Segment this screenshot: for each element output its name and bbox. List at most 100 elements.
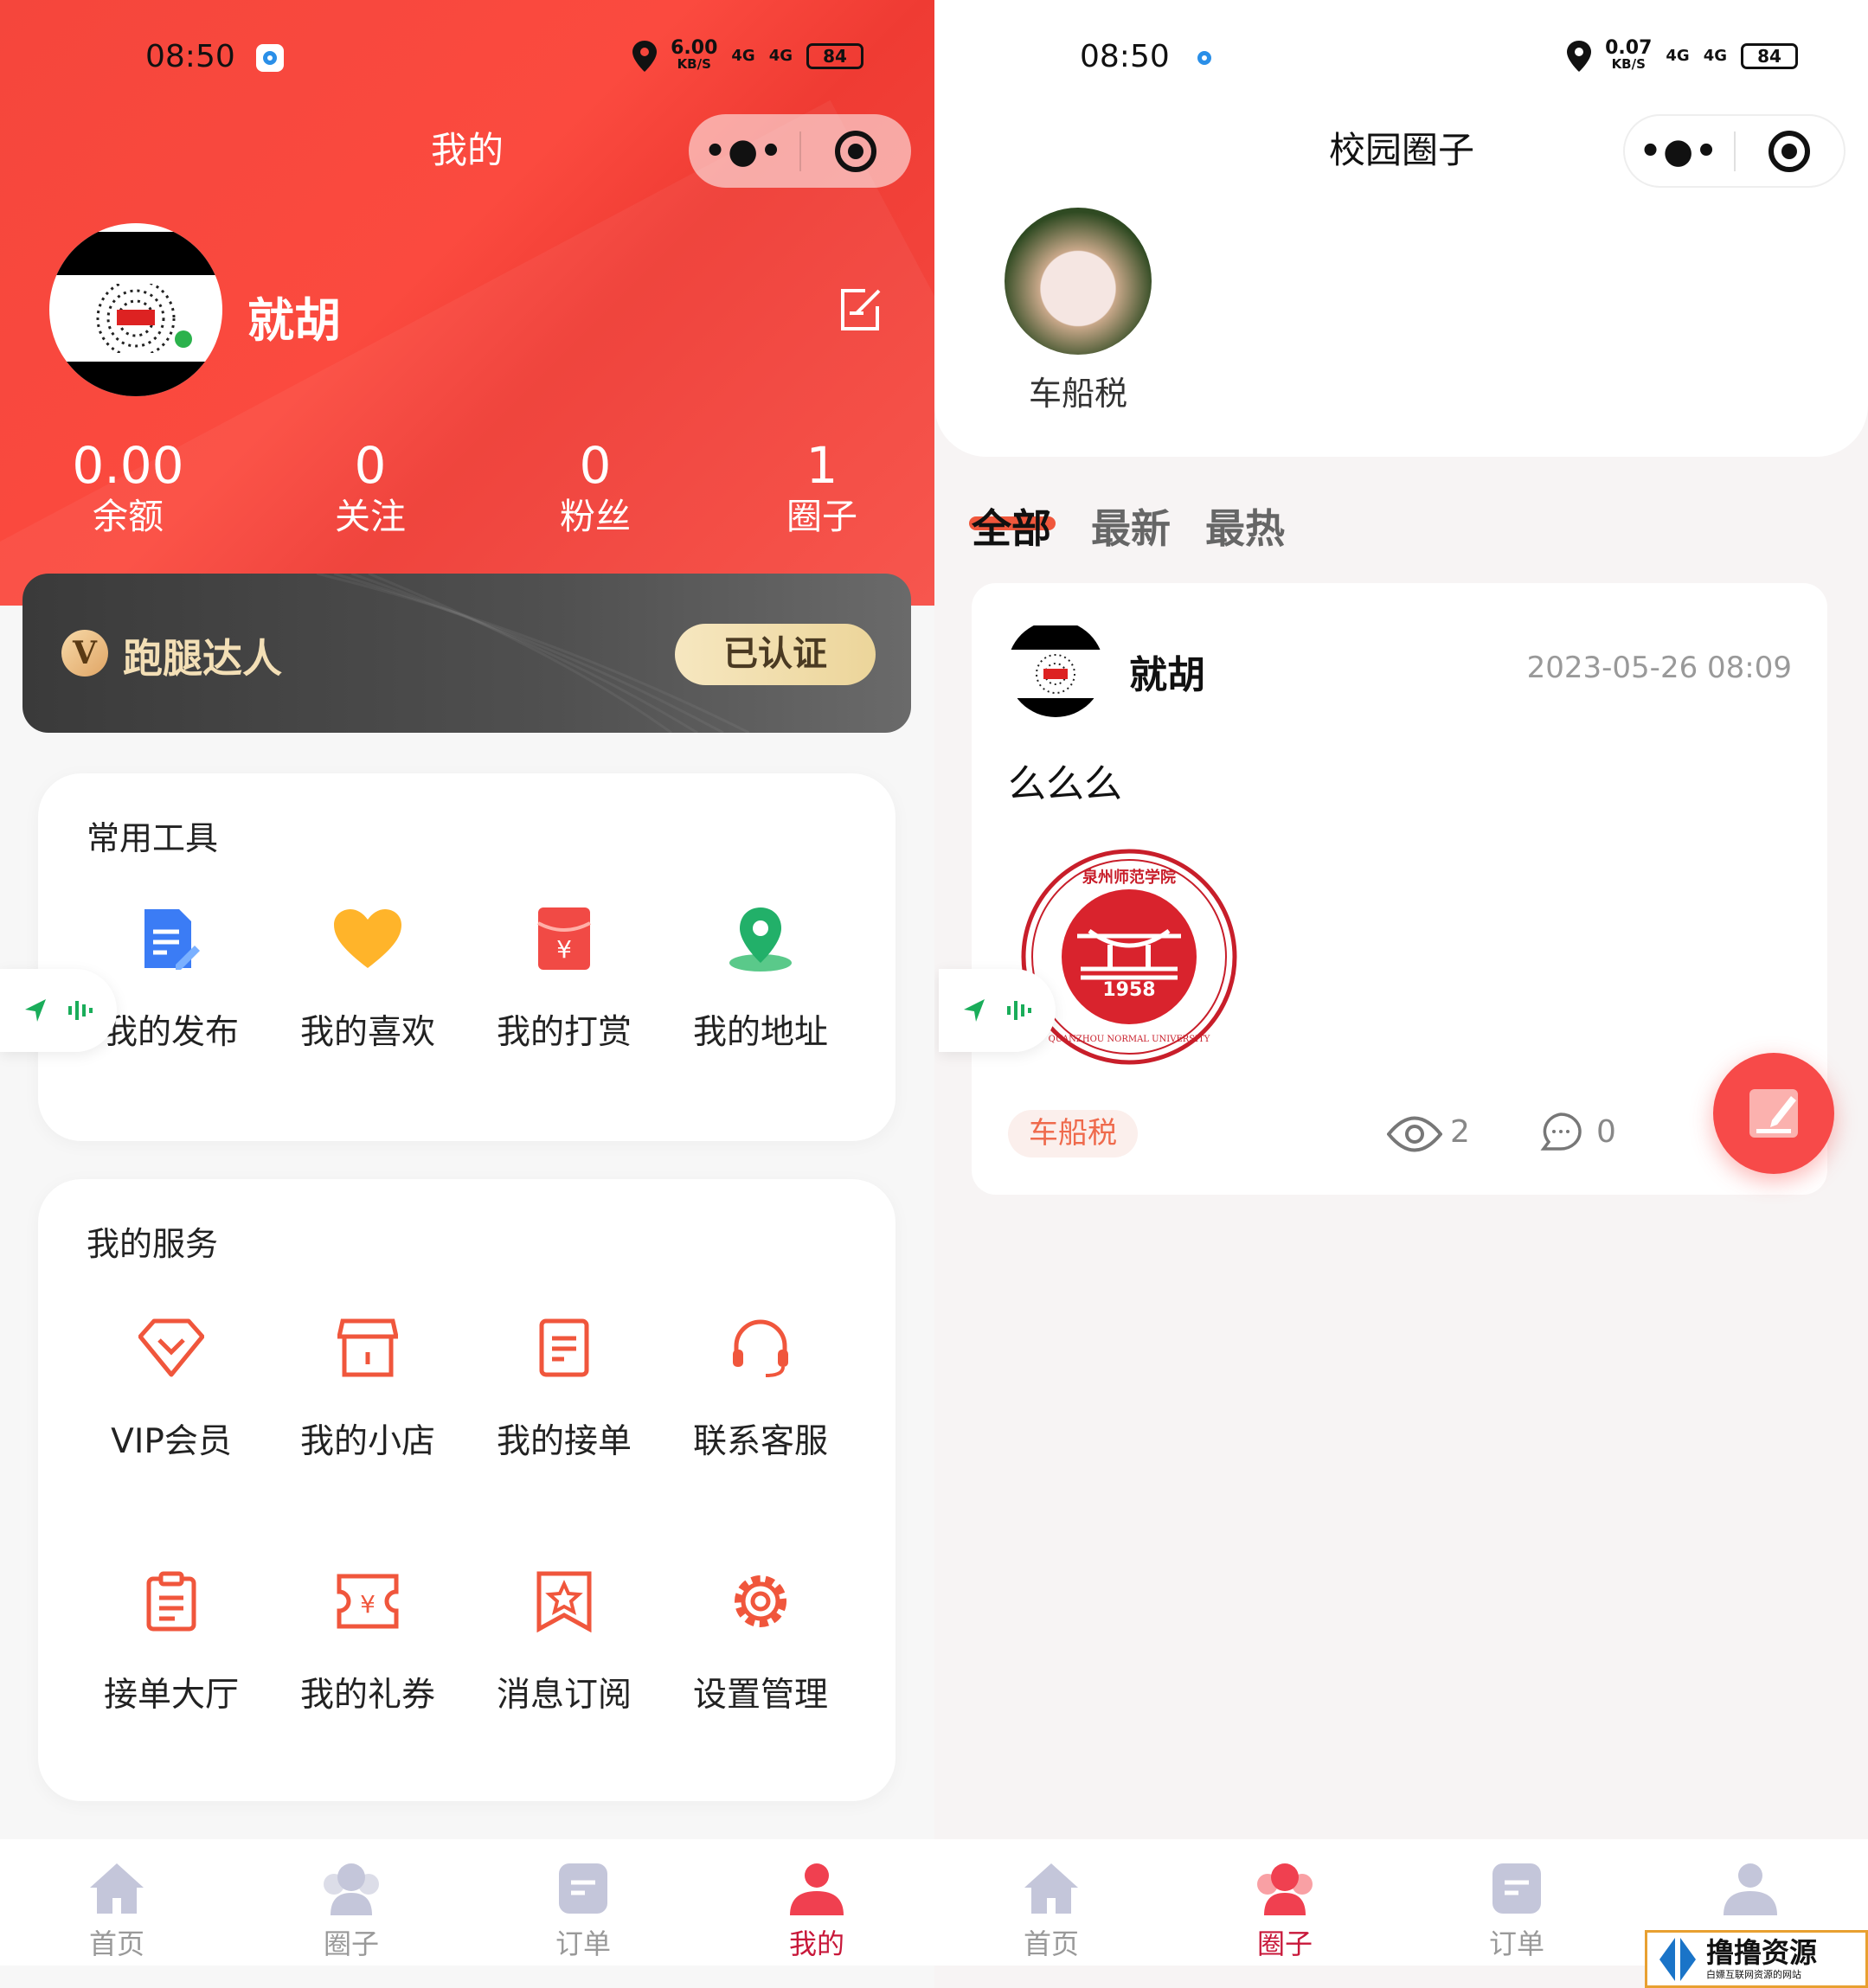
tool-my-likes[interactable]: 我的喜欢 <box>273 900 463 1054</box>
vip-title: 跑腿达人 <box>123 635 282 682</box>
navigation-arrow-icon <box>24 999 46 1022</box>
more-button[interactable]: •●• <box>689 114 799 188</box>
circle-name: 车船税 <box>1028 375 1127 413</box>
target-icon <box>1769 130 1811 172</box>
post-image[interactable]: 1958 QUANZHOU NORMAL UNIVERSITY 泉州师范学院 <box>1020 848 1238 1066</box>
diamond-icon <box>138 1318 204 1377</box>
edit-profile-icon[interactable] <box>839 287 884 332</box>
status-bar: 08:50 6.00 KB/S 4G 4G 84 <box>0 39 934 80</box>
user-name: 就胡 <box>247 293 341 348</box>
home-icon <box>1024 1863 1078 1914</box>
document-edit-icon <box>144 909 200 970</box>
bookmark-star-icon <box>536 1571 592 1632</box>
tab-orders[interactable]: 订单 <box>514 1862 652 1962</box>
section-title: 我的服务 <box>87 1225 219 1263</box>
view-count: 2 <box>1450 1114 1470 1150</box>
signal-icon: 4G <box>1666 47 1690 65</box>
more-button[interactable]: •●• <box>1625 116 1734 186</box>
filter-all[interactable]: 全部 <box>972 497 1051 555</box>
stat-circles[interactable]: 1 圈子 <box>727 438 917 538</box>
signal-icon: 4G <box>768 47 793 65</box>
signal-icon: 4G <box>1703 47 1727 65</box>
comment-icon[interactable] <box>1538 1111 1583 1156</box>
more-dots-icon: •●• <box>1639 131 1719 171</box>
post-author-name: 就胡 <box>1129 653 1205 697</box>
service-vip[interactable]: VIP会员 <box>76 1309 266 1463</box>
post-author-avatar[interactable] <box>1007 620 1104 717</box>
gear-icon <box>735 1575 786 1627</box>
tab-mine[interactable]: 我的 <box>748 1862 886 1962</box>
stat-following[interactable]: 0 关注 <box>275 438 465 538</box>
close-miniprogram-button[interactable] <box>801 114 912 188</box>
bottom-tab-bar: 首页 圈子 订单 我的 <box>0 1839 934 1966</box>
compose-icon <box>1749 1089 1798 1138</box>
tab-circle[interactable]: 圈子 <box>282 1862 420 1962</box>
filter-latest[interactable]: 最新 <box>1091 497 1171 555</box>
tool-my-address[interactable]: 我的地址 <box>665 900 856 1054</box>
group-icon <box>324 1863 379 1915</box>
signal-icon: 4G <box>731 47 755 65</box>
service-my-coupons[interactable]: ¥ 我的礼券 <box>273 1562 463 1716</box>
tab-circle[interactable]: 圈子 <box>1216 1862 1354 1962</box>
floating-assistant[interactable] <box>939 969 1056 1052</box>
service-contact-support[interactable]: 联系客服 <box>665 1309 856 1463</box>
headset-icon <box>733 1319 788 1377</box>
tab-home[interactable]: 首页 <box>982 1862 1120 1962</box>
post-tag[interactable]: 车船税 <box>1008 1110 1138 1158</box>
logo-mark-icon <box>1659 1937 1696 1981</box>
services-card: 我的服务 VIP会员 我的小店 我的接单 联系客服 接单大厅 ¥ 我的礼券 消息订… <box>38 1179 895 1801</box>
floating-assistant[interactable] <box>0 969 117 1052</box>
location-pin-icon <box>632 41 658 72</box>
service-my-shop[interactable]: 我的小店 <box>273 1309 463 1463</box>
stat-fans[interactable]: 0 粉丝 <box>500 438 690 538</box>
avatar[interactable] <box>49 223 222 396</box>
order-icon <box>1492 1863 1541 1914</box>
order-doc-icon <box>539 1318 589 1377</box>
create-post-button[interactable] <box>1713 1053 1834 1174</box>
close-miniprogram-button[interactable] <box>1736 116 1845 186</box>
target-icon <box>835 130 877 172</box>
miniprogram-capsule: •●• <box>689 114 911 188</box>
comment-count: 0 <box>1596 1114 1616 1150</box>
red-envelope-icon: ¥ <box>537 907 591 970</box>
tool-my-tips[interactable]: ¥ 我的打赏 <box>469 900 659 1054</box>
more-dots-icon: •●• <box>703 131 784 171</box>
shop-icon <box>337 1318 398 1377</box>
section-title: 常用工具 <box>87 819 219 857</box>
vip-card: V 跑腿达人 已认证 <box>22 574 911 733</box>
voice-wave-icon <box>1006 1001 1031 1020</box>
tab-home[interactable]: 首页 <box>48 1862 186 1962</box>
status-bar: 08:50 0.07 KB/S 4G 4G 84 <box>934 39 1868 80</box>
user-icon <box>1724 1863 1777 1915</box>
post-card[interactable]: 就胡 2023-05-26 08:09 么么么 1958 QUANZHOU NO… <box>972 583 1827 1195</box>
battery-icon: 84 <box>1741 43 1798 69</box>
location-pin-icon <box>1567 41 1592 72</box>
svg-text:¥: ¥ <box>556 935 572 964</box>
eye-icon <box>1387 1116 1442 1152</box>
svg-text:¥: ¥ <box>360 1590 376 1619</box>
service-settings[interactable]: 设置管理 <box>665 1562 856 1716</box>
battery-icon: 84 <box>806 43 863 69</box>
order-icon <box>559 1863 607 1914</box>
voice-wave-icon <box>67 1001 93 1020</box>
service-message-subscription[interactable]: 消息订阅 <box>469 1562 659 1716</box>
filter-hottest[interactable]: 最热 <box>1205 497 1285 555</box>
app-notification-icon <box>256 44 284 72</box>
service-my-orders[interactable]: 我的接单 <box>469 1309 659 1463</box>
vip-badge-icon: V <box>61 630 108 677</box>
miniprogram-capsule: •●• <box>1623 114 1846 188</box>
campus-circle-page: 08:50 0.07 KB/S 4G 4G 84 校园圈子 •●• 车船税 全部 … <box>934 0 1868 1988</box>
tab-orders[interactable]: 订单 <box>1448 1862 1586 1962</box>
post-time: 2023-05-26 08:09 <box>1526 651 1792 685</box>
verified-button[interactable]: 已认证 <box>675 624 876 685</box>
heart-icon <box>334 909 401 968</box>
group-icon <box>1257 1863 1313 1915</box>
my-page: 08:50 6.00 KB/S 4G 4G 84 我的 •●• 就胡 0.00 余额… <box>0 0 934 1988</box>
service-order-hall[interactable]: 接单大厅 <box>76 1562 266 1716</box>
watermark-logo: 撸撸资源 白嫖互联网资源的网站 <box>1645 1930 1868 1988</box>
home-icon <box>90 1863 144 1914</box>
tools-card: 常用工具 我的发布 我的喜欢 ¥ 我的打赏 我的地址 <box>38 773 895 1141</box>
app-notification-icon <box>1191 44 1218 72</box>
stat-balance[interactable]: 0.00 余额 <box>33 438 223 538</box>
post-content: 么么么 <box>1008 762 1122 806</box>
